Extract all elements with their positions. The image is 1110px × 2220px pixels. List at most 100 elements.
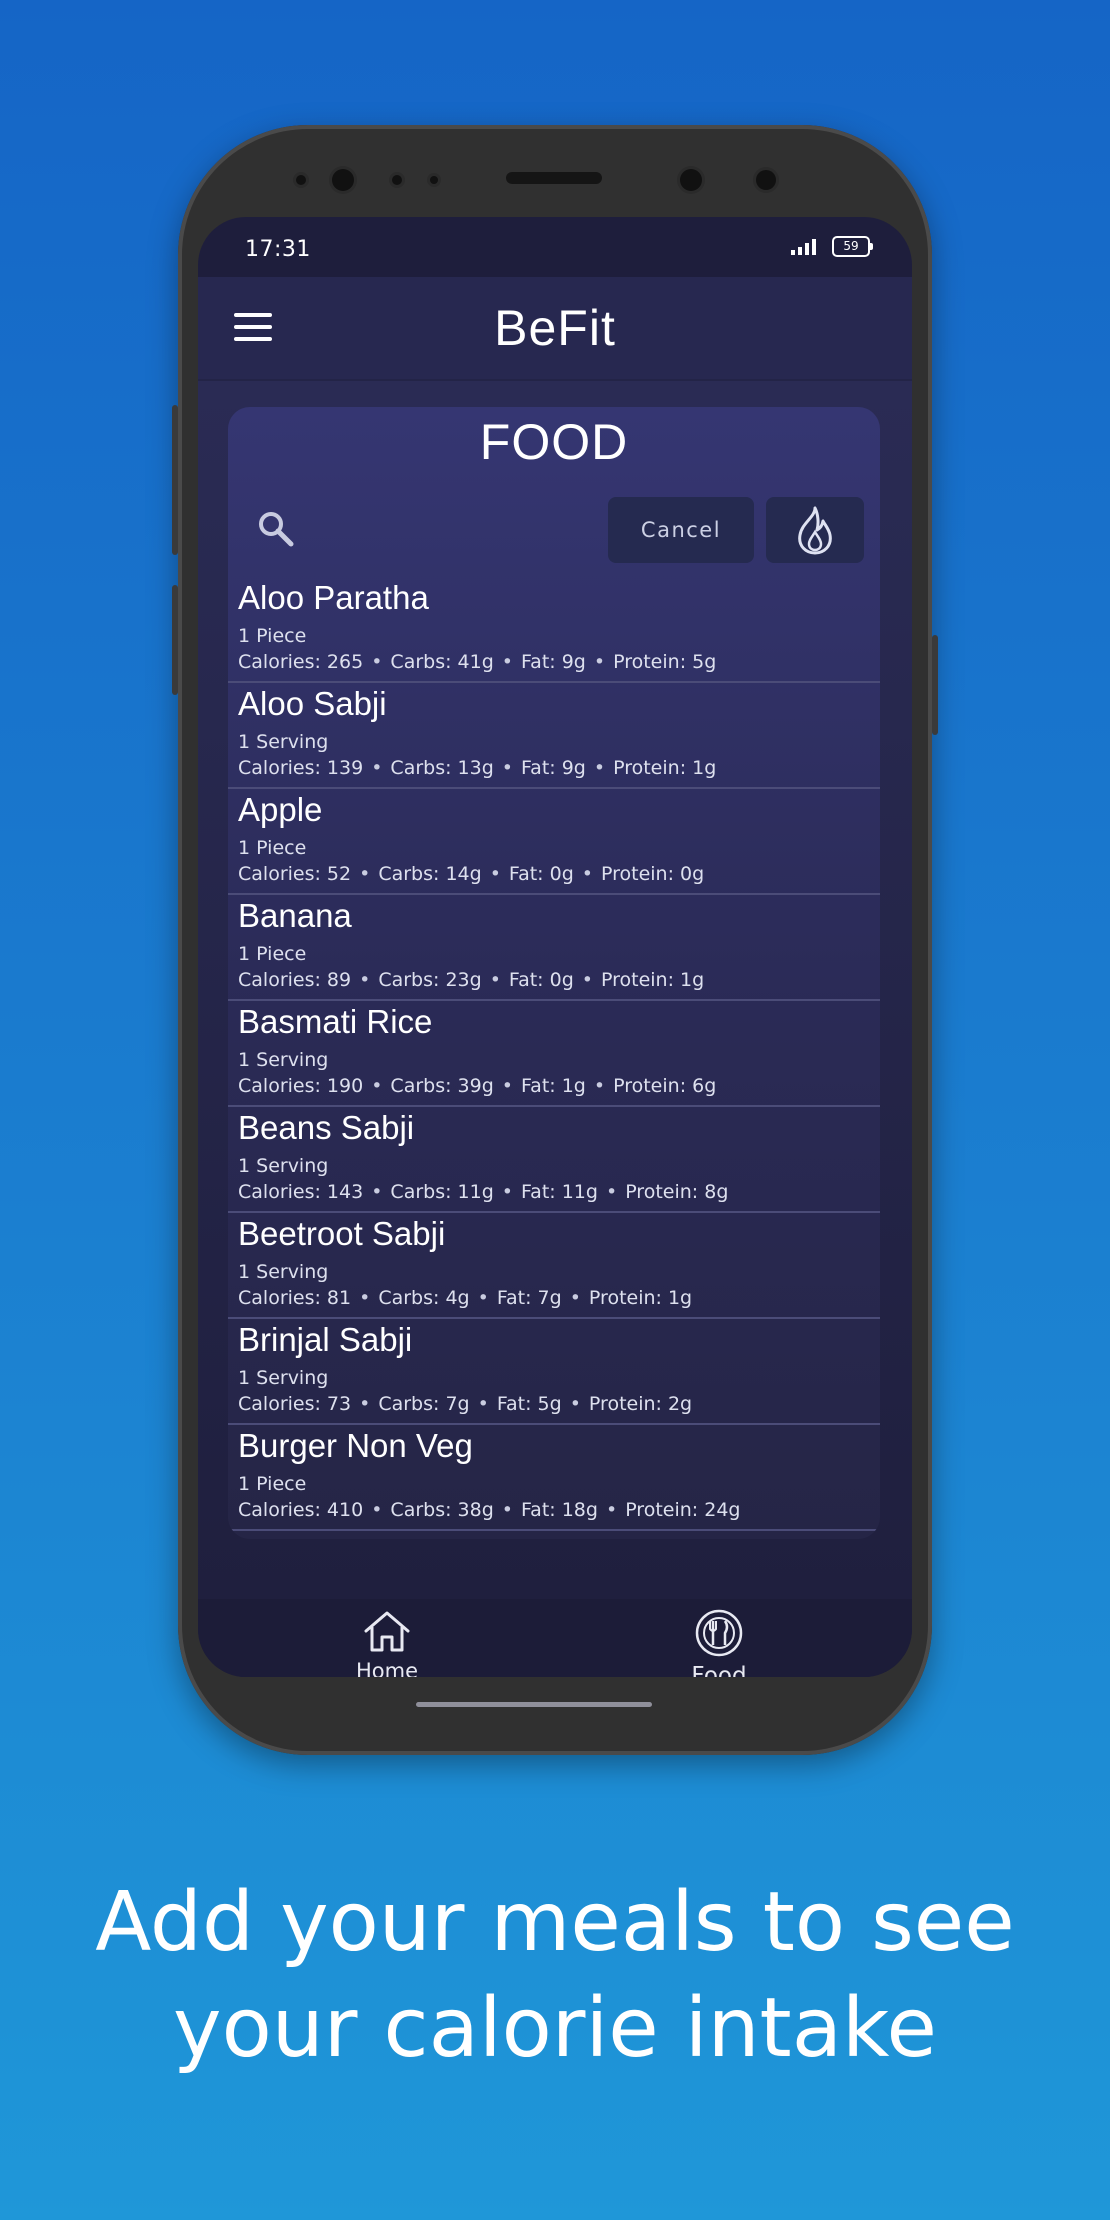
food-list-item[interactable]: Burger Non Veg 1 Piece Calories: 410 • Carbs… [228, 1425, 880, 1531]
phone-side-button [172, 405, 178, 555]
main-content: FOOD Cancel Aloo Paratha 1 Piece Calories:… [198, 381, 912, 1599]
food-list-item[interactable]: Aloo Sabji 1 Serving Calories: 139 • Carbs: … [228, 683, 880, 789]
status-time: 17:31 [245, 237, 311, 262]
cancel-button[interactable]: Cancel [608, 497, 754, 563]
food-name: Burger Non Veg [238, 1427, 473, 1464]
separator-dot: • [501, 651, 513, 673]
food-protein: Protein: 5g [613, 651, 717, 673]
separator-dot: • [501, 1075, 513, 1097]
food-name: Banana [238, 897, 352, 934]
separator-dot: • [501, 1181, 513, 1203]
food-protein: Protein: 8g [625, 1181, 729, 1203]
separator-dot: • [371, 757, 383, 779]
food-fat: Fat: 0g [508, 969, 574, 991]
food-list: Aloo Paratha 1 Piece Calories: 265 • Carbs: … [228, 577, 880, 1531]
food-macros: Calories: 265 • Carbs: 41g • Fat: 9g • Protein… [238, 651, 716, 673]
food-calories: Calories: 89 [238, 969, 352, 991]
sensor-dot [392, 175, 402, 185]
food-list-item[interactable]: Aloo Paratha 1 Piece Calories: 265 • Carbs: … [228, 577, 880, 683]
food-protein: Protein: 24g [625, 1499, 741, 1521]
food-name: Brinjal Sabji [238, 1321, 413, 1358]
separator-dot: • [569, 1393, 581, 1415]
separator-dot: • [581, 863, 593, 885]
flame-icon [798, 506, 832, 555]
separator-dot: • [371, 1499, 383, 1521]
food-name: Aloo Paratha [238, 579, 429, 616]
nav-home[interactable]: Home [317, 1609, 457, 1677]
search-icon[interactable] [256, 509, 296, 549]
separator-dot: • [593, 1075, 606, 1097]
food-macros: Calories: 73 • Carbs: 7g • Fat: 5g • Protein: … [238, 1393, 692, 1415]
separator-dot: • [477, 1393, 489, 1415]
nav-food[interactable]: Food [649, 1609, 789, 1677]
separator-dot: • [593, 651, 606, 673]
food-list-item[interactable]: Beetroot Sabji 1 Serving Calories: 81 • Carb… [228, 1213, 880, 1319]
separator-dot: • [359, 863, 371, 885]
nav-home-label: Home [355, 1659, 418, 1677]
food-macros: Calories: 81 • Carbs: 4g • Fat: 7g • Protein: … [238, 1287, 692, 1309]
food-serving: 1 Piece [238, 1473, 307, 1495]
food-macros: Calories: 52 • Carbs: 14g • Fat: 0g • Protein:… [238, 863, 704, 885]
food-protein: Protein: 6g [613, 1075, 717, 1097]
food-list-item[interactable]: Apple 1 Piece Calories: 52 • Carbs: 14g • Fat:… [228, 789, 880, 895]
phone-side-button [932, 635, 938, 735]
food-carbs: Carbs: 7g [378, 1393, 470, 1415]
food-fat: Fat: 11g [521, 1181, 598, 1203]
front-camera [756, 170, 776, 190]
phone-side-button [172, 585, 178, 695]
food-serving: 1 Piece [238, 943, 307, 965]
app-title: BeFit [494, 300, 616, 356]
food-fat: Fat: 9g [521, 757, 586, 779]
calories-toggle-button[interactable] [766, 497, 864, 563]
food-name: Aloo Sabji [238, 685, 387, 722]
home-icon [364, 1611, 410, 1652]
food-calories: Calories: 139 [238, 757, 364, 779]
earpiece-speaker [506, 172, 602, 184]
food-carbs: Carbs: 38g [390, 1499, 494, 1521]
separator-dot: • [501, 1499, 513, 1521]
phone-top-bezel [178, 125, 932, 220]
sensor-dot [430, 176, 438, 184]
food-macros: Calories: 89 • Carbs: 23g • Fat: 0g • Protein:… [238, 969, 704, 991]
signal-icon [791, 239, 816, 255]
food-name: Beans Sabji [238, 1109, 415, 1146]
food-fat: Fat: 18g [521, 1499, 598, 1521]
food-list-item[interactable]: Brinjal Sabji 1 Serving Calories: 73 • Carbs… [228, 1319, 880, 1425]
separator-dot: • [489, 969, 501, 991]
separator-dot: • [569, 1287, 581, 1309]
food-macros: Calories: 139 • Carbs: 13g • Fat: 9g • Protein… [238, 757, 716, 779]
food-serving: 1 Serving [238, 731, 329, 753]
separator-dot: • [371, 1181, 383, 1203]
separator-dot: • [581, 969, 593, 991]
food-serving: 1 Piece [238, 837, 307, 859]
food-carbs: Carbs: 23g [378, 969, 482, 991]
separator-dot: • [359, 1287, 371, 1309]
food-fat: Fat: 7g [496, 1287, 562, 1309]
food-carbs: Carbs: 11g [390, 1181, 494, 1203]
status-bar: 17:31 59 [198, 217, 912, 277]
food-protein: Protein: 2g [588, 1393, 693, 1415]
food-fat: Fat: 1g [521, 1075, 586, 1097]
separator-dot: • [605, 1499, 618, 1521]
battery-level: 59 [843, 239, 859, 253]
app-screen: 17:31 59 BeFit FOOD Cancel Aloo Paratha … [198, 217, 912, 1677]
separator-dot: • [489, 863, 501, 885]
food-name: Basmati Rice [238, 1003, 433, 1040]
battery-icon: 59 [832, 236, 873, 257]
home-indicator[interactable] [416, 1702, 652, 1707]
food-list-item[interactable]: Banana 1 Piece Calories: 89 • Carbs: 23g • Fat… [228, 895, 880, 1001]
food-card-title: FOOD [479, 414, 629, 470]
food-calories: Calories: 410 [238, 1499, 364, 1521]
food-fat: Fat: 0g [508, 863, 574, 885]
food-carbs: Carbs: 13g [390, 757, 494, 779]
separator-dot: • [359, 1393, 371, 1415]
food-macros: Calories: 143 • Carbs: 11g • Fat: 11g • Protei… [238, 1181, 728, 1203]
separator-dot: • [501, 757, 513, 779]
separator-dot: • [605, 1181, 618, 1203]
food-serving: 1 Piece [238, 625, 307, 647]
food-list-item[interactable]: Basmati Rice 1 Serving Calories: 190 • Carbs… [228, 1001, 880, 1107]
app-bar: BeFit [198, 277, 912, 381]
separator-dot: • [593, 757, 606, 779]
food-list-item[interactable]: Beans Sabji 1 Serving Calories: 143 • Carbs:… [228, 1107, 880, 1213]
food-calories: Calories: 190 [238, 1075, 364, 1097]
